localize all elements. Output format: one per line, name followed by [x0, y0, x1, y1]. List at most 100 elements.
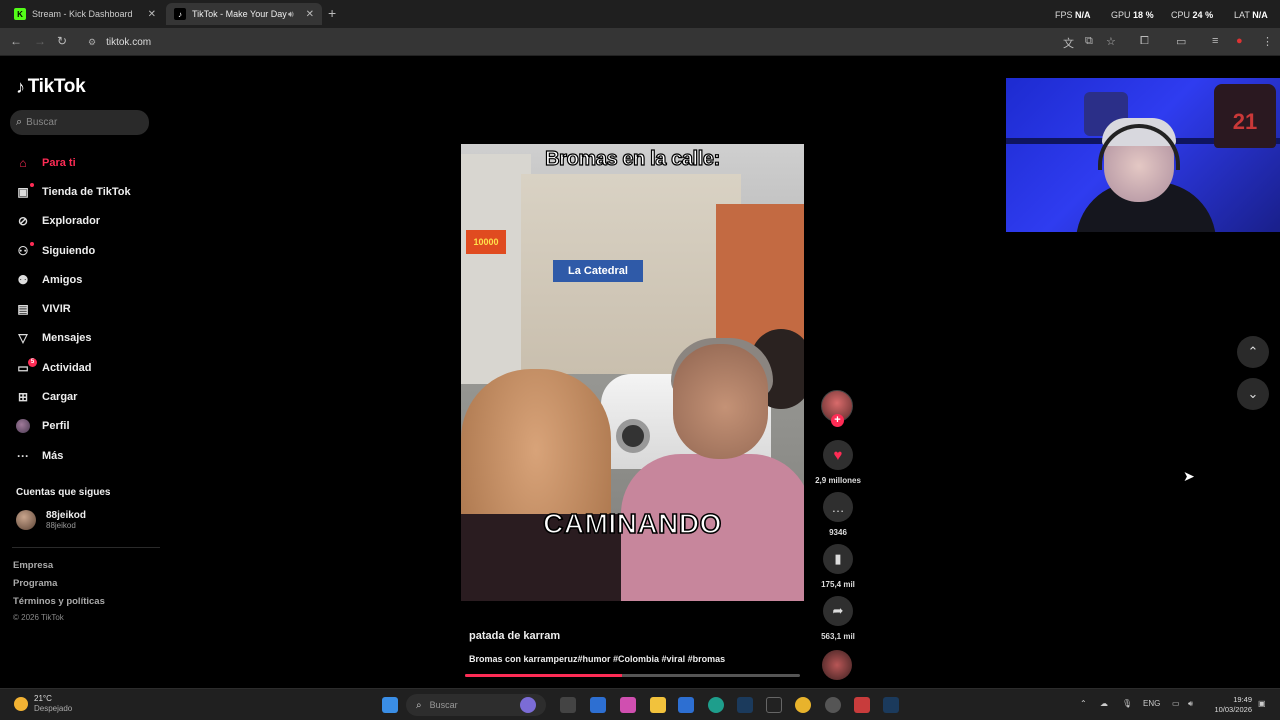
gpu-readout: GPU 18 %: [1111, 10, 1154, 20]
save-button[interactable]: ▮ 175,4 mil: [810, 544, 866, 589]
app-icon[interactable]: [825, 697, 841, 713]
weather-widget[interactable]: 21°C Despejado: [14, 694, 72, 714]
taskbar-search-placeholder: Buscar: [429, 700, 458, 710]
sidebar-item-tienda[interactable]: ▣ Tienda de TikTok: [14, 177, 164, 206]
heart-icon: ♥: [823, 440, 853, 470]
extensions-icon[interactable]: ⧠: [1140, 35, 1149, 48]
sidebar-item-siguiendo[interactable]: ⚇ Siguiendo: [14, 236, 164, 265]
sidebar-item-mas[interactable]: ··· Más: [14, 441, 164, 470]
bookmark-icon: ▮: [823, 544, 853, 574]
app-icon[interactable]: [620, 697, 636, 713]
browser-tab-bar: K Stream - Kick Dashboard ✕ ♪ TikTok - M…: [0, 0, 1280, 28]
sidebar-item-para-ti[interactable]: ⌂ Para ti: [14, 148, 164, 177]
shop-icon: ▣: [17, 184, 29, 199]
file-explorer-icon[interactable]: [650, 697, 666, 713]
translate-icon[interactable]: 文: [1063, 35, 1074, 51]
tiktok-logo[interactable]: ♪ TikTok: [16, 76, 86, 98]
video-description[interactable]: Bromas con karramperuz#humor #Colombia #…: [469, 654, 725, 664]
steam-icon[interactable]: [737, 697, 753, 713]
following-account[interactable]: 88jeikod 88jeikod: [16, 510, 86, 530]
sidebar-item-amigos[interactable]: ⚉ Amigos: [14, 265, 164, 294]
url-text: tiktok.com: [106, 36, 152, 48]
bookmark-star-icon[interactable]: ☆: [1106, 35, 1116, 48]
chrome-icon[interactable]: [795, 697, 811, 713]
footer-link-empresa[interactable]: Empresa: [13, 560, 53, 571]
sidebar-item-explorador[interactable]: ⊘ Explorador: [14, 207, 164, 236]
taskbar-clock[interactable]: 19:49 10/03/2026: [1206, 695, 1252, 715]
tab-kick-dashboard[interactable]: K Stream - Kick Dashboard ✕: [6, 3, 164, 25]
avatar: [16, 510, 36, 530]
compass-icon: ⊘: [17, 214, 29, 229]
sidebar-panel-icon[interactable]: ▭: [1176, 35, 1186, 48]
browser-menu-icon[interactable]: ⋮: [1262, 35, 1273, 48]
sidebar-item-cargar[interactable]: ⊞ Cargar: [14, 382, 164, 411]
back-arrow-icon[interactable]: ←: [10, 34, 22, 48]
footer-link-programa[interactable]: Programa: [13, 578, 57, 589]
notifications-icon[interactable]: ▣: [1258, 699, 1266, 708]
tab-title: Stream - Kick Dashboard: [32, 9, 133, 19]
search-input[interactable]: ⌕ Buscar: [10, 110, 149, 135]
sidebar-item-actividad[interactable]: ▭ 5 Actividad: [14, 353, 164, 382]
profile-icon[interactable]: ●: [1236, 35, 1243, 47]
comment-count: 9346: [829, 528, 847, 537]
like-button[interactable]: ♥ 2,9 millones: [810, 440, 866, 485]
mouse-cursor-icon: ➤: [1183, 468, 1195, 484]
clock-date: 10/03/2026: [1214, 705, 1252, 714]
network-icon[interactable]: ▭: [1172, 699, 1180, 708]
video-scene: 10000: [466, 230, 506, 254]
video-author[interactable]: patada de karram: [469, 630, 560, 642]
speaker-icon[interactable]: 🔊︎: [288, 9, 294, 20]
comment-button[interactable]: … 9346: [810, 492, 866, 537]
tiktok-favicon-icon: ♪: [174, 8, 186, 20]
webcam-jersey: 21: [1214, 84, 1276, 148]
follow-plus-icon[interactable]: +: [831, 414, 844, 427]
steam-icon[interactable]: [883, 697, 899, 713]
cloud-icon[interactable]: ☁: [1100, 699, 1108, 708]
epic-games-icon[interactable]: [766, 697, 782, 713]
notification-dot: [30, 183, 34, 188]
tab-title: TikTok - Make Your Day: [192, 9, 287, 19]
live-icon: ▤: [17, 302, 29, 317]
sidebar-item-mensajes[interactable]: ▽ Mensajes: [14, 324, 164, 353]
tiktok-note-icon: ♪: [16, 76, 25, 97]
profile-avatar: [16, 419, 30, 434]
close-tab-icon[interactable]: ✕: [148, 9, 156, 20]
video-player[interactable]: 10000 La Catedral Bromas en la calle: CA…: [461, 144, 804, 601]
app-icon[interactable]: [678, 697, 694, 713]
webcam-overlay: 21: [1006, 78, 1280, 232]
forward-arrow-icon[interactable]: →: [34, 34, 46, 48]
more-icon: ···: [17, 448, 29, 463]
sidebar-item-perfil[interactable]: Perfil: [14, 412, 164, 441]
reload-icon[interactable]: ↻: [57, 34, 67, 48]
previous-video-button[interactable]: ⌃: [1237, 336, 1269, 368]
language-indicator[interactable]: ENG: [1143, 699, 1160, 708]
task-view-icon[interactable]: [560, 697, 576, 713]
footer-link-terminos[interactable]: Términos y políticas: [13, 596, 105, 607]
calculator-icon[interactable]: [590, 697, 606, 713]
music-disc-icon[interactable]: [822, 650, 852, 680]
mic-icon[interactable]: 🎙︎: [1122, 699, 1132, 708]
sidebar-item-vivir[interactable]: ▤ VIVIR: [14, 294, 164, 323]
site-info-icon[interactable]: ⚙: [88, 37, 96, 48]
tray-chevron-icon[interactable]: ⌃: [1080, 699, 1087, 708]
copilot-icon[interactable]: [520, 697, 536, 713]
install-app-icon[interactable]: ⧉: [1085, 35, 1093, 48]
next-video-button[interactable]: ⌄: [1237, 378, 1269, 410]
url-field[interactable]: ⚙ tiktok.com: [80, 32, 980, 52]
search-icon: ⌕: [416, 699, 422, 711]
video-store-sign: La Catedral: [553, 260, 643, 282]
edge-icon[interactable]: [708, 697, 724, 713]
media-controls-icon[interactable]: ≡: [1212, 35, 1218, 47]
activity-badge: 5: [28, 358, 37, 368]
windows-start-icon[interactable]: [382, 697, 398, 713]
close-tab-icon[interactable]: ✕: [306, 9, 314, 20]
tab-tiktok[interactable]: ♪ TikTok - Make Your Day 🔊︎ ✕: [166, 3, 322, 25]
video-progress-bar[interactable]: [465, 674, 800, 677]
logo-text: TikTok: [27, 76, 86, 97]
new-tab-button[interactable]: +: [328, 5, 336, 21]
volume-icon[interactable]: 🔊︎: [1188, 699, 1193, 709]
video-overlay-caption: CAMINANDO: [542, 507, 722, 540]
app-icon[interactable]: [854, 697, 870, 713]
weather-temp: 21°C: [34, 694, 52, 703]
share-button[interactable]: ➦ 563,1 mil: [810, 596, 866, 641]
